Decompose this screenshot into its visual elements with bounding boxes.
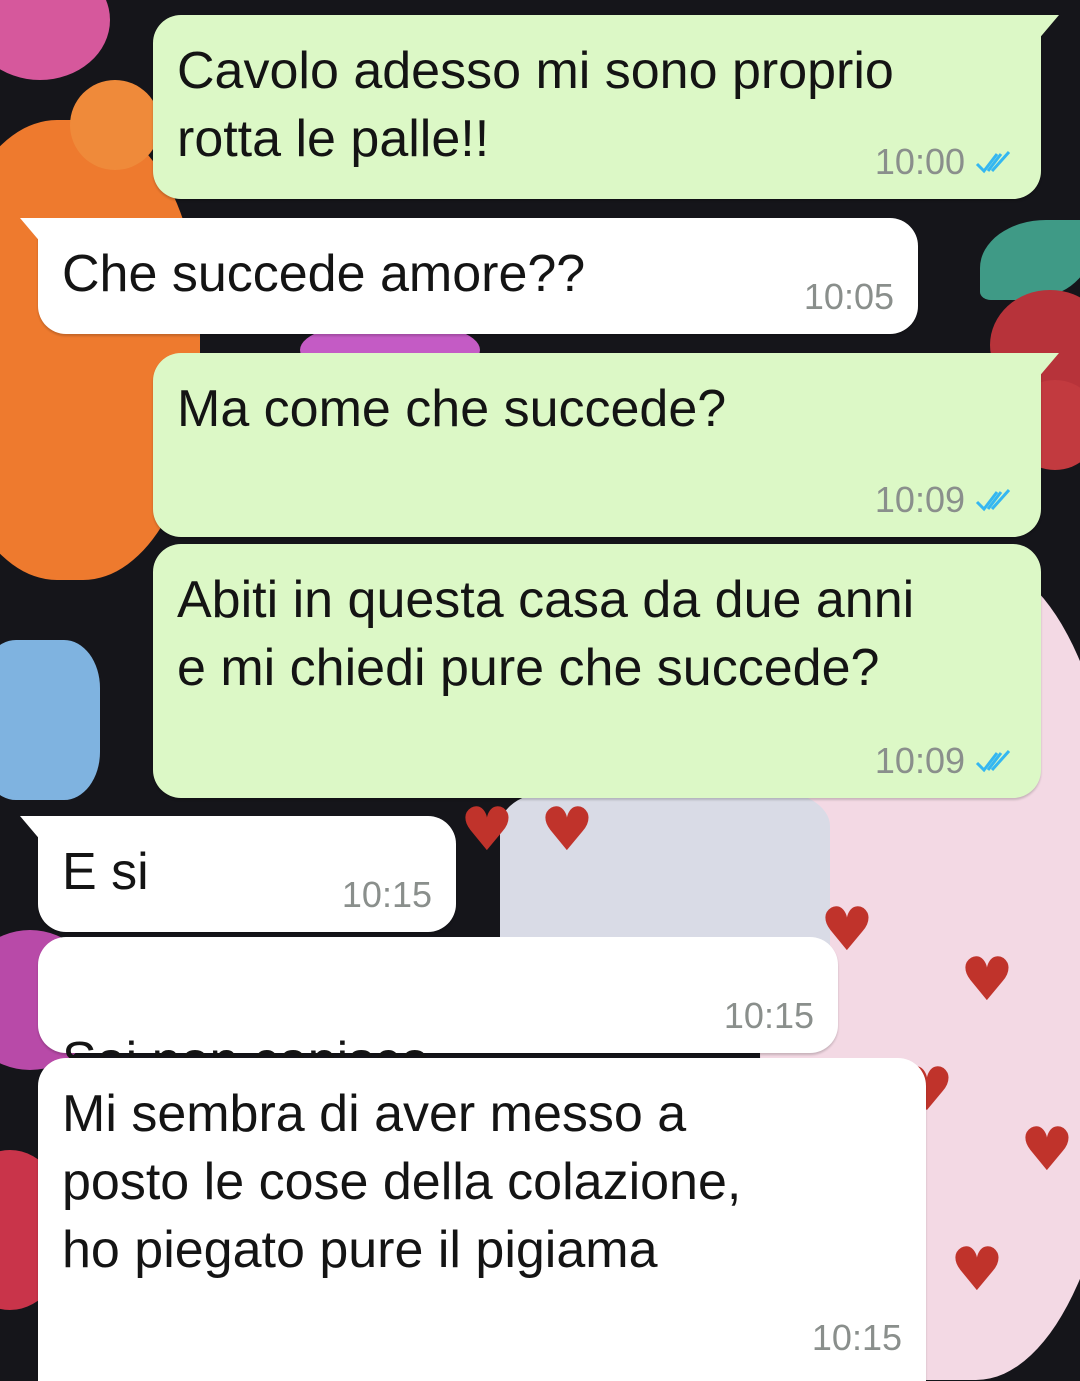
message-text: Abiti in questa casa da due anni e mi ch… [177, 571, 915, 697]
message-text: Mi sembra di aver messo a posto le cose … [62, 1085, 742, 1279]
message-meta: 10:09 [875, 479, 1017, 521]
message-time: 10:05 [803, 276, 894, 317]
bubble-tail [20, 218, 42, 244]
wallpaper-green-leaf [980, 220, 1080, 300]
message-bubble-outgoing[interactable]: Cavolo adesso mi sono proprio rotta le p… [153, 15, 1059, 199]
double-check-icon [975, 150, 1011, 174]
message-time: 10:15 [341, 874, 432, 915]
message-bubble-outgoing[interactable]: Ma come che succede? 10:09 [153, 353, 1059, 537]
heart-icon: ♥ [950, 1235, 1004, 1305]
message-meta: 10:15 [724, 995, 814, 1037]
message-time: 10:09 [874, 479, 965, 520]
message-bubble-incoming[interactable]: Mi sembra di aver messo a posto le cose … [38, 1058, 926, 1381]
message-time: 10:15 [811, 1317, 902, 1358]
double-check-icon [975, 749, 1011, 773]
message-bubble-incoming[interactable]: Che succede amore?? 10:05 [20, 218, 918, 334]
bubble-tail [20, 816, 42, 842]
wallpaper-pink-flower [0, 0, 110, 80]
heart-icon: ♥ [1020, 1115, 1074, 1185]
message-time: 10:09 [874, 740, 965, 781]
message-meta: 10:15 [812, 1317, 902, 1359]
message-meta: 10:09 [875, 740, 1017, 782]
heart-icon: ♥ [540, 795, 594, 865]
message-meta: 10:05 [804, 276, 894, 318]
heart-icon: ♥ [460, 795, 514, 865]
message-bubble-incoming[interactable]: Sai non capisco 10:15 [38, 937, 838, 1156]
heart-icon: ♥ [960, 945, 1014, 1015]
bubble-tail [1037, 353, 1059, 379]
message-bubble-incoming[interactable]: E si 10:15 [20, 816, 456, 932]
message-text: Che succede amore?? [62, 245, 586, 303]
wallpaper-blue-teacup [0, 640, 100, 800]
message-bubble-outgoing[interactable]: Abiti in questa casa da due anni e mi ch… [153, 544, 1041, 798]
message-time: 10:00 [874, 141, 965, 182]
double-check-icon [975, 488, 1011, 512]
message-text: Ma come che succede? [177, 380, 727, 438]
bubble-tail [1037, 15, 1059, 41]
message-meta: 10:15 [342, 874, 432, 916]
message-time: 10:15 [723, 995, 814, 1036]
wallpaper-orange-spout [70, 80, 160, 170]
message-meta: 10:00 [875, 141, 1017, 183]
